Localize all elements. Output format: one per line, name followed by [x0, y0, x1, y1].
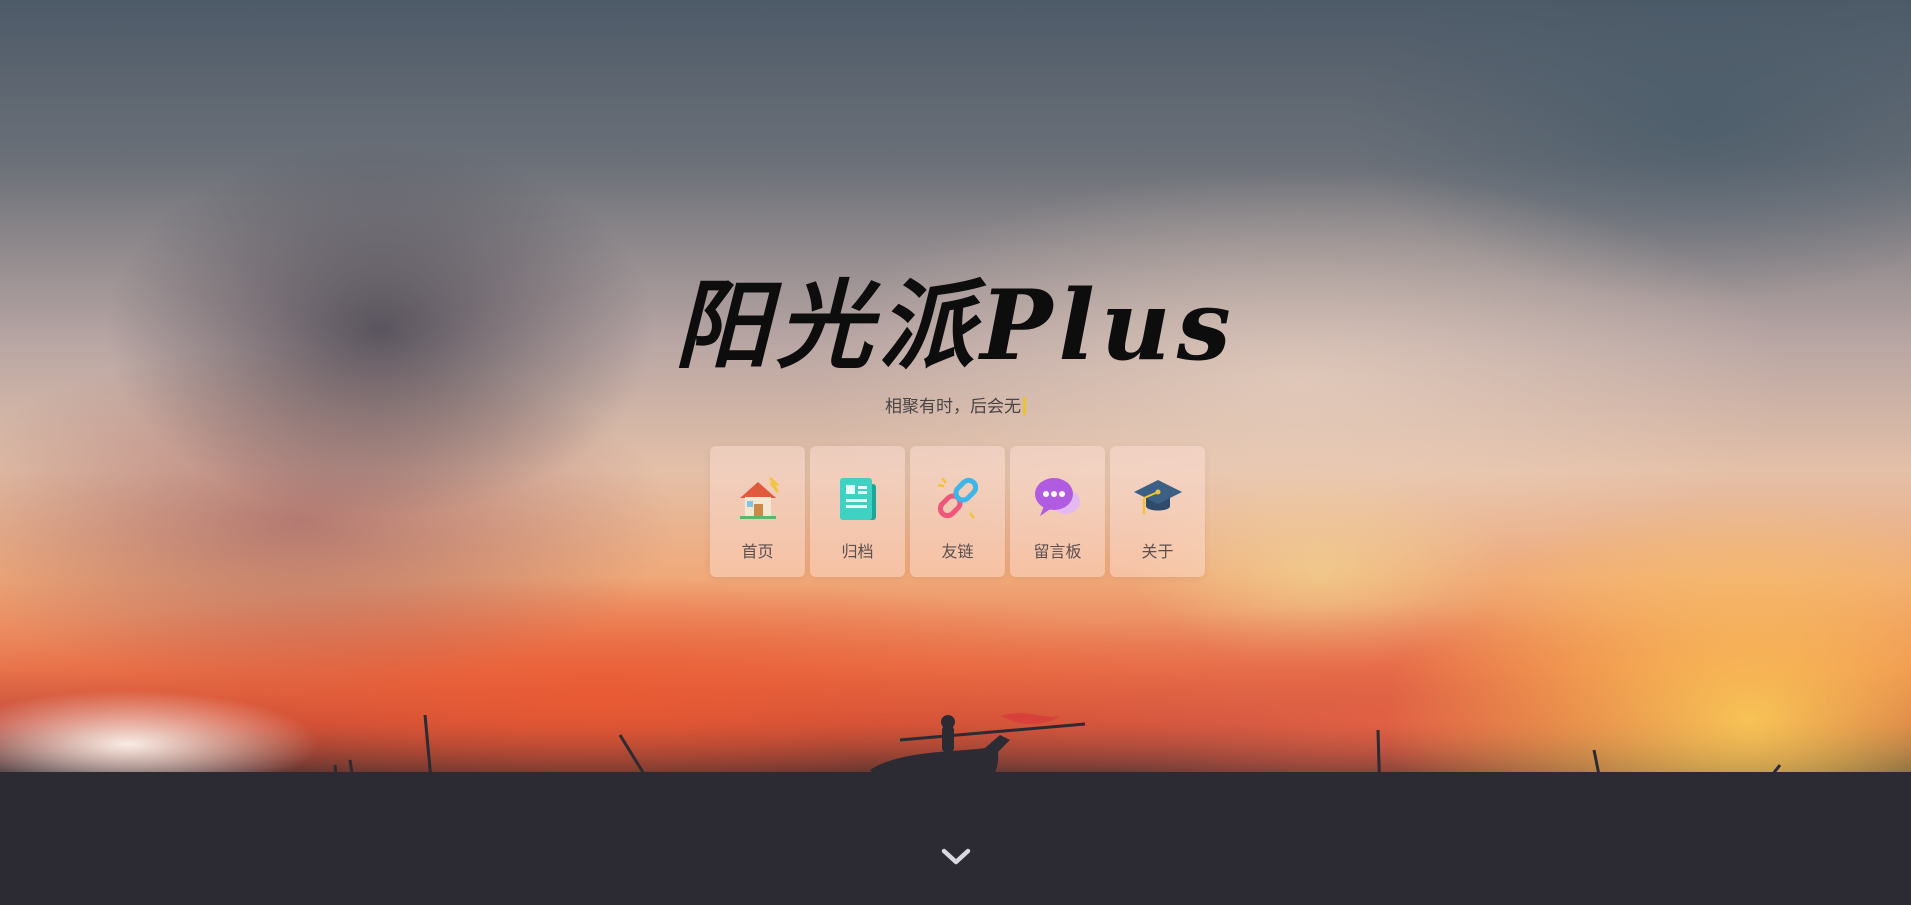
- subtitle-text: 相聚有时，后会无: [885, 397, 1021, 417]
- site-subtitle: 相聚有时，后会无: [0, 392, 1911, 417]
- nav-item-label: 留言板: [1033, 542, 1082, 561]
- nav-item-home[interactable]: 首页: [710, 446, 805, 577]
- nav-item-about[interactable]: 关于: [1110, 446, 1205, 577]
- nav-item-archive[interactable]: 归档: [810, 446, 905, 577]
- nav-item-label: 归档: [841, 542, 874, 561]
- nav-item-label: 首页: [741, 542, 774, 561]
- link-icon: [937, 477, 978, 519]
- hero-banner: 阳光派Plus 相聚有时，后会无 首页 归档 友链 留言板 关于: [0, 0, 1911, 905]
- message-board-icon: [1034, 478, 1080, 516]
- site-title: 阳光派Plus: [674, 269, 1237, 382]
- graduation-cap-icon: [1133, 480, 1182, 514]
- archive-icon: [839, 478, 876, 520]
- home-icon: [739, 476, 780, 519]
- chevron-down-icon[interactable]: [941, 846, 971, 868]
- nav-item-message-board[interactable]: 留言板: [1010, 446, 1105, 577]
- nav-item-links[interactable]: 友链: [910, 446, 1005, 577]
- rider-silhouette-illustration: [333, 713, 1782, 801]
- typing-cursor: [1023, 397, 1026, 415]
- nav-item-label: 关于: [1141, 542, 1174, 561]
- nav-item-label: 友链: [941, 542, 974, 561]
- nav-menu: 首页 归档 友链 留言板 关于: [710, 446, 1205, 577]
